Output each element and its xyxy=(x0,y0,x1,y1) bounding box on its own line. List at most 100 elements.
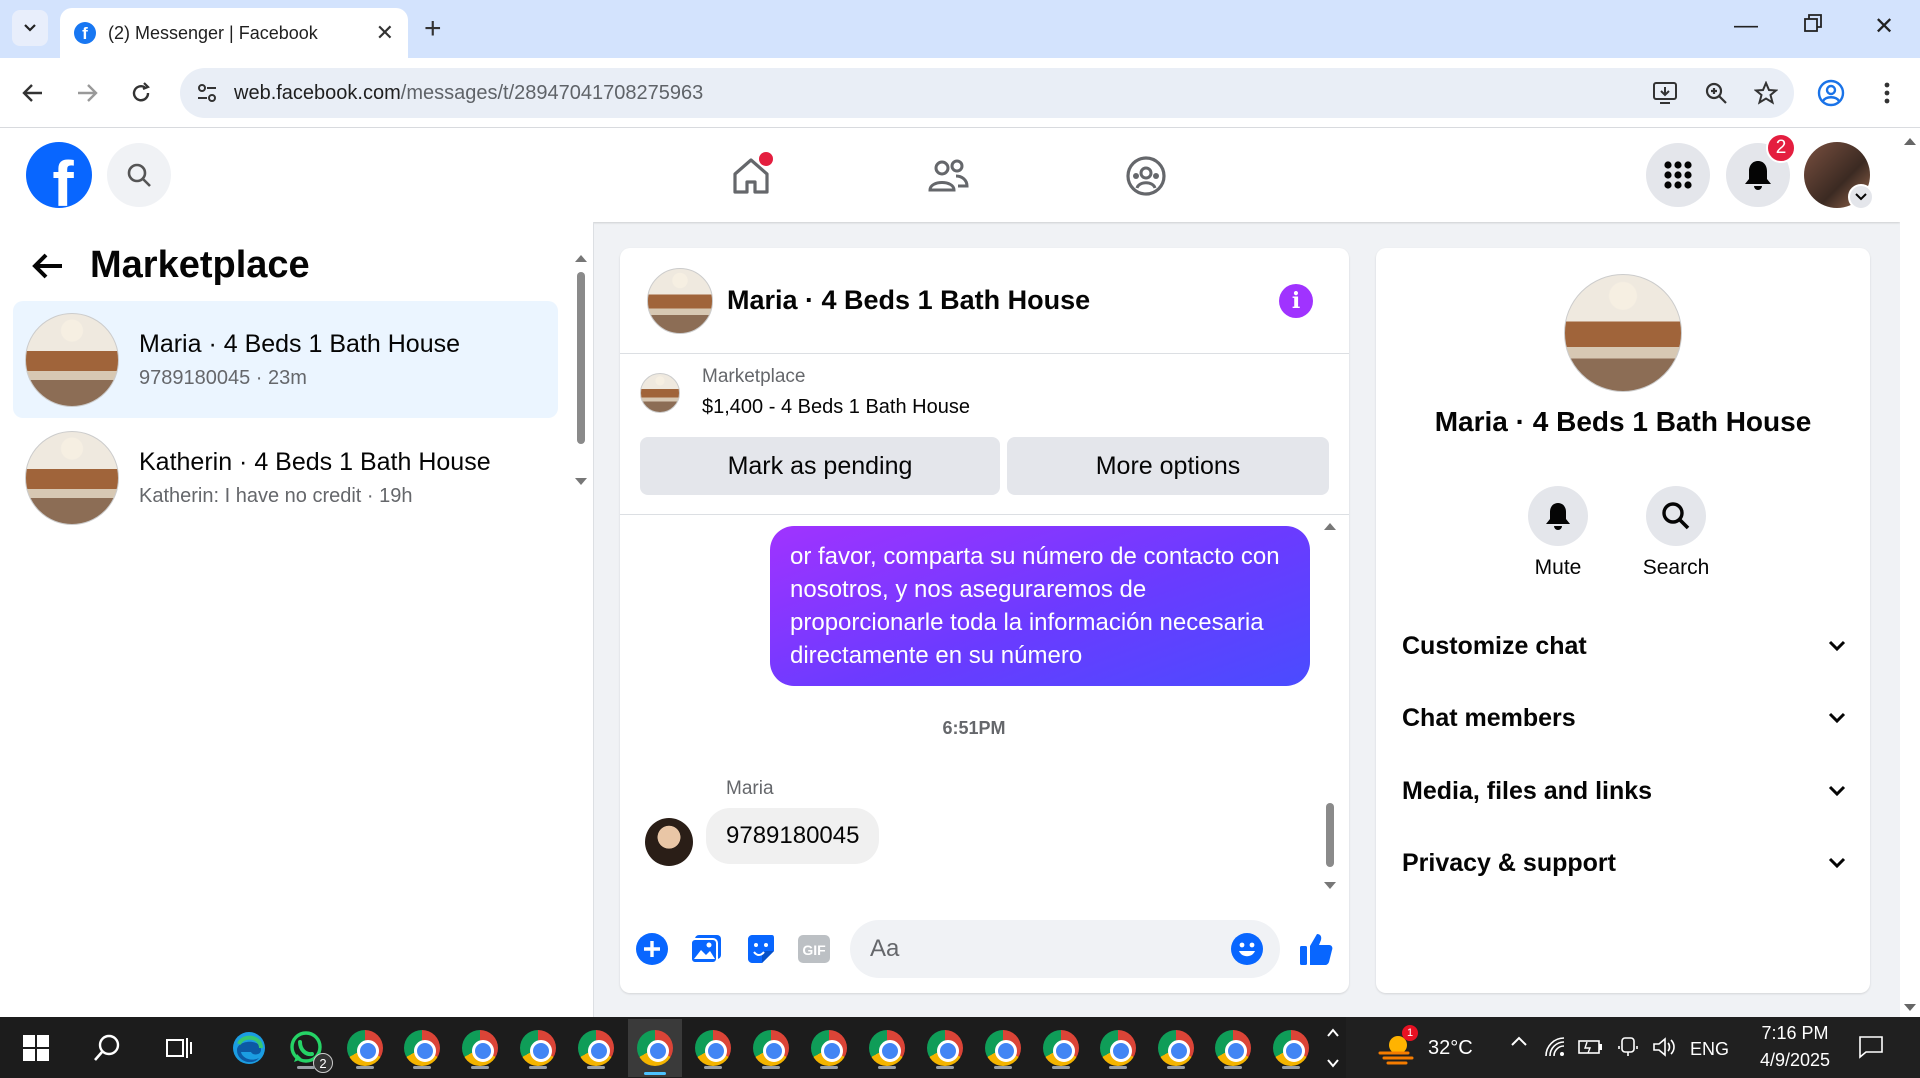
conversation-item[interactable]: Maria · 4 Beds 1 Bath House 9789180045 ·… xyxy=(13,301,558,418)
incoming-message-bubble[interactable]: 9789180045 xyxy=(706,808,880,864)
info-avatar[interactable] xyxy=(1564,274,1682,392)
listing-banner[interactable]: Marketplace $1,400 - 4 Beds 1 Bath House xyxy=(640,366,970,419)
facebook-search-button[interactable] xyxy=(107,143,171,207)
battery-icon[interactable] xyxy=(1578,1039,1604,1055)
running-indicator xyxy=(878,1066,896,1069)
facebook-logo[interactable]: f xyxy=(26,142,92,208)
chat-avatar[interactable] xyxy=(647,267,713,334)
chat-title[interactable]: Maria · 4 Beds 1 Bath House xyxy=(727,285,1090,316)
reload-icon[interactable] xyxy=(124,76,158,110)
friends-nav[interactable] xyxy=(924,152,972,200)
chrome-window-icon-active[interactable] xyxy=(628,1019,682,1077)
photo-icon[interactable] xyxy=(688,931,724,967)
groups-nav[interactable] xyxy=(1122,152,1170,200)
running-indicator xyxy=(413,1066,431,1069)
emoji-icon[interactable] xyxy=(1230,932,1264,966)
chrome-window-icon[interactable] xyxy=(1153,1025,1199,1071)
chrome-window-icon[interactable] xyxy=(1038,1025,1084,1071)
conversation-list-scrollbar[interactable] xyxy=(572,250,590,490)
task-view-icon[interactable] xyxy=(156,1025,202,1071)
close-window-icon[interactable]: ✕ xyxy=(1874,12,1894,41)
sender-avatar[interactable] xyxy=(645,818,693,866)
chrome-window-icon[interactable] xyxy=(980,1025,1026,1071)
running-indicator xyxy=(1282,1066,1300,1069)
message-input[interactable]: Aa xyxy=(850,920,1280,978)
account-avatar[interactable] xyxy=(1804,142,1874,210)
chrome-window-icon[interactable] xyxy=(573,1025,619,1071)
whatsapp-icon[interactable]: 2 xyxy=(283,1025,333,1073)
address-bar[interactable]: web.facebook.com/messages/t/289470417082… xyxy=(180,68,1794,118)
tab-search-chevron-icon[interactable] xyxy=(12,10,48,46)
weather-icon[interactable]: 1 xyxy=(1374,1025,1420,1071)
listing-source: Marketplace xyxy=(702,366,806,387)
edge-browser-icon[interactable] xyxy=(226,1025,272,1071)
chrome-window-icon[interactable] xyxy=(1210,1025,1256,1071)
section-label: Media, files and links xyxy=(1402,776,1653,805)
input-language[interactable]: ENG xyxy=(1690,1039,1729,1060)
chrome-window-icon[interactable] xyxy=(806,1025,852,1071)
info-icon[interactable]: i xyxy=(1279,284,1313,318)
back-arrow-icon[interactable] xyxy=(32,252,64,280)
more-options-button[interactable]: More options xyxy=(1007,437,1329,495)
chat-scrollbar[interactable] xyxy=(1320,518,1340,898)
url-text[interactable]: web.facebook.com/messages/t/289470417082… xyxy=(234,82,1652,105)
install-app-icon[interactable] xyxy=(1652,81,1678,105)
conversation-name: Maria · 4 Beds 1 Bath House xyxy=(139,329,460,358)
search-icon[interactable] xyxy=(84,1025,130,1071)
site-settings-icon[interactable] xyxy=(196,82,218,104)
meet-now-icon[interactable] xyxy=(1618,1036,1638,1058)
home-nav[interactable] xyxy=(727,152,775,200)
chrome-window-icon[interactable] xyxy=(1268,1025,1314,1071)
running-indicator xyxy=(936,1066,954,1069)
privacy-support-section[interactable]: Privacy & support xyxy=(1402,835,1846,891)
clock[interactable]: 7:16 PM 4/9/2025 xyxy=(1746,1023,1844,1071)
windows-start-icon[interactable] xyxy=(13,1025,59,1071)
profile-account-icon[interactable] xyxy=(1814,76,1848,110)
restore-icon[interactable] xyxy=(1804,14,1822,32)
mark-as-pending-button[interactable]: Mark as pending xyxy=(640,437,1000,495)
thumbs-up-icon[interactable] xyxy=(1298,931,1334,967)
chrome-window-icon[interactable] xyxy=(1095,1025,1141,1071)
chrome-window-icon[interactable] xyxy=(457,1025,503,1071)
media-files-links-section[interactable]: Media, files and links xyxy=(1402,763,1846,819)
back-icon[interactable] xyxy=(16,76,50,110)
grid-menu-icon xyxy=(1664,161,1692,189)
browser-menu-icon[interactable] xyxy=(1870,76,1904,110)
running-indicator xyxy=(1109,1066,1127,1069)
bookmark-star-icon[interactable] xyxy=(1754,81,1778,105)
chat-members-section[interactable]: Chat members xyxy=(1402,690,1846,746)
chrome-window-icon[interactable] xyxy=(748,1025,794,1071)
running-indicator xyxy=(1224,1066,1242,1069)
chrome-window-icon[interactable] xyxy=(922,1025,968,1071)
outgoing-message-bubble[interactable]: or favor, comparta su número de contacto… xyxy=(770,526,1310,686)
chrome-window-icon[interactable] xyxy=(690,1025,736,1071)
page-scrollbar[interactable] xyxy=(1900,128,1920,1017)
new-tab-icon[interactable]: + xyxy=(424,12,442,46)
menu-button[interactable] xyxy=(1646,143,1710,207)
browser-tab-messenger[interactable]: f (2) Messenger | Facebook ✕ xyxy=(60,8,408,58)
customize-chat-section[interactable]: Customize chat xyxy=(1402,618,1846,674)
chrome-window-icon[interactable] xyxy=(864,1025,910,1071)
conversation-item[interactable]: Katherin · 4 Beds 1 Bath House Katherin:… xyxy=(13,419,558,536)
add-plus-icon[interactable] xyxy=(634,931,670,967)
volume-icon[interactable] xyxy=(1652,1036,1676,1058)
notification-count-badge: 2 xyxy=(1766,133,1796,163)
wifi-icon[interactable] xyxy=(1544,1036,1566,1058)
section-label: Privacy & support xyxy=(1402,848,1616,877)
show-hidden-icons-chevron-icon[interactable] xyxy=(1510,1035,1528,1047)
sticker-icon[interactable] xyxy=(742,931,778,967)
temperature[interactable]: 32°C xyxy=(1428,1037,1473,1060)
zoom-icon[interactable] xyxy=(1704,81,1728,105)
chrome-window-icon[interactable] xyxy=(399,1025,445,1071)
notification-center-icon[interactable] xyxy=(1858,1035,1884,1059)
search-in-conversation-button[interactable]: Search xyxy=(1616,486,1736,580)
taskbar-overflow-scroll[interactable] xyxy=(1320,1025,1346,1071)
minimize-icon[interactable]: — xyxy=(1734,12,1758,40)
mute-button[interactable]: Mute xyxy=(1498,486,1618,580)
chrome-window-icon[interactable] xyxy=(342,1025,388,1071)
chrome-window-icon[interactable] xyxy=(515,1025,561,1071)
chevron-down-icon xyxy=(1828,712,1846,724)
forward-icon[interactable] xyxy=(70,76,104,110)
close-tab-icon[interactable]: ✕ xyxy=(376,20,394,46)
gif-icon[interactable]: GIF xyxy=(796,931,832,967)
